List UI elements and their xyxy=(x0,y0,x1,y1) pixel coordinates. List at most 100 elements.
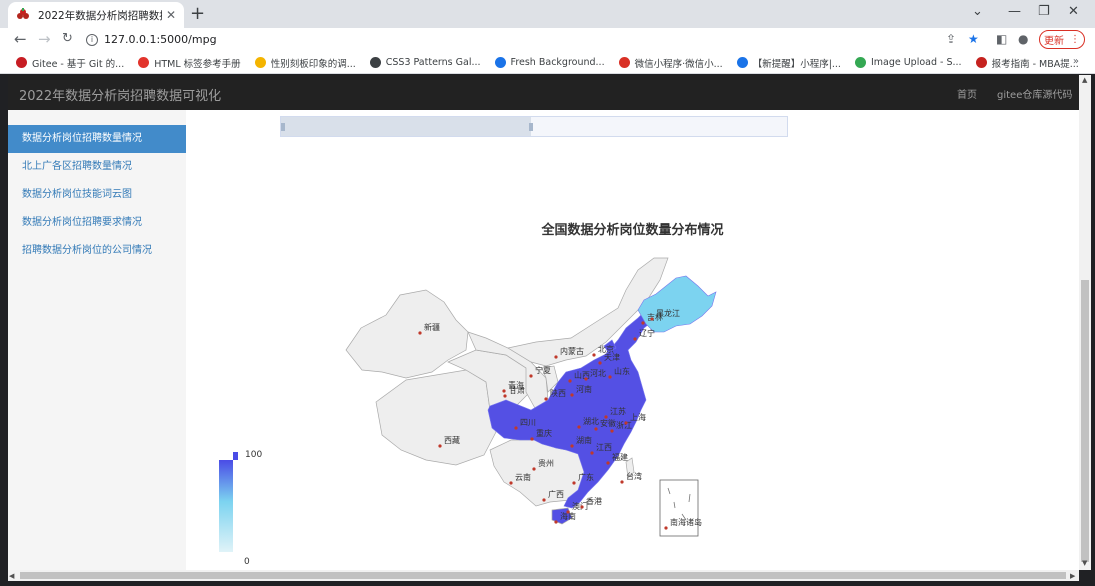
bookmark-item[interactable]: 微信小程序·微信小... xyxy=(618,56,723,70)
province-label: 西藏 xyxy=(444,435,460,445)
visualmap-min-label: 0 xyxy=(244,557,250,567)
province-dot xyxy=(542,498,546,502)
bookmark-item[interactable]: 报考指南 - MBA提... xyxy=(975,56,1079,70)
url-text[interactable]: 127.0.0.1:5000/mpg xyxy=(104,33,217,46)
bookmark-label: 微信小程序·微信小... xyxy=(634,58,723,70)
restore-icon[interactable]: ❐ xyxy=(1038,4,1050,19)
province-label: 浙江 xyxy=(616,420,632,430)
sidebar-item-job-count[interactable]: 数据分析岗位招聘数量情况 xyxy=(8,125,186,153)
province-label: 河南 xyxy=(576,384,592,394)
province-label: 澳门 xyxy=(572,501,588,511)
browser-tabstrip: 2022年数据分析岗招聘数据可视 ✕ + ⌄ — ❐ ✕ xyxy=(0,0,1095,28)
province-dot xyxy=(570,444,574,448)
sidebar: 数据分析岗位招聘数量情况 北上广各区招聘数量情况 数据分析岗位技能词云图 数据分… xyxy=(8,110,186,570)
vertical-scroll-thumb[interactable] xyxy=(1081,280,1089,562)
province-dot xyxy=(590,451,594,455)
bookmark-favicon-icon xyxy=(618,57,630,68)
bookmark-label: 报考指南 - MBA提... xyxy=(991,58,1079,70)
close-window-icon[interactable]: ✕ xyxy=(1068,4,1079,19)
bookmark-favicon-icon xyxy=(254,57,266,68)
province-dot xyxy=(604,415,608,419)
province-dot xyxy=(598,361,602,365)
update-button[interactable]: 更新 ⋮ xyxy=(1039,30,1085,49)
sidebar-item-requirements[interactable]: 数据分析岗位招聘要求情况 xyxy=(8,209,186,237)
site-navbar: 2022年数据分析岗招聘数据可视化 首页 gitee仓库源代码 xyxy=(8,75,1079,110)
province-label: 辽宁 xyxy=(639,328,655,338)
tab-close-icon[interactable]: ✕ xyxy=(166,8,176,22)
scroll-left-icon[interactable]: ◀ xyxy=(9,572,14,580)
scroll-up-icon[interactable]: ▲ xyxy=(1082,76,1087,84)
sidebar-item-district-count[interactable]: 北上广各区招聘数量情况 xyxy=(8,153,186,181)
province-dot xyxy=(577,425,581,429)
bookmark-item[interactable]: 性别刻板印象的调... xyxy=(254,56,356,70)
province-label: 陕西 xyxy=(550,388,566,398)
visualmap-handle-top-icon[interactable] xyxy=(233,452,238,460)
scroll-down-icon[interactable]: ▼ xyxy=(1082,559,1087,567)
province-dot xyxy=(503,394,507,398)
scroll-right-icon[interactable]: ▶ xyxy=(1070,572,1075,580)
province-dot xyxy=(650,317,654,321)
bookmark-favicon-icon xyxy=(138,57,150,68)
bookmark-star-icon[interactable]: ★ xyxy=(968,32,979,46)
profile-icon[interactable]: ● xyxy=(1018,32,1028,46)
bookmarks-overflow-icon[interactable]: » xyxy=(1073,56,1079,67)
nav-link-gitee[interactable]: gitee仓库源代码 xyxy=(997,86,1072,101)
bookmark-favicon-icon xyxy=(16,57,27,68)
tab-title: 2022年数据分析岗招聘数据可视 xyxy=(38,9,162,22)
kebab-menu-icon: ⋮ xyxy=(1070,34,1080,45)
province-dot xyxy=(418,331,422,335)
province-dot xyxy=(514,426,518,430)
province-dot xyxy=(633,337,637,341)
bookmark-item[interactable]: CSS3 Patterns Gal... xyxy=(369,57,481,68)
sidebar-item-skill-wordcloud[interactable]: 数据分析岗位技能词云图 xyxy=(8,181,186,209)
bookmark-item[interactable]: Gitee - 基于 Git 的... xyxy=(16,56,124,70)
region-xizang[interactable] xyxy=(375,369,497,466)
forward-arrow-icon[interactable]: → xyxy=(38,30,51,48)
province-label: 江苏 xyxy=(610,406,626,416)
new-tab-icon[interactable]: + xyxy=(190,3,205,24)
back-arrow-icon[interactable]: ← xyxy=(14,30,27,48)
minimize-icon[interactable]: — xyxy=(1008,4,1021,19)
horizontal-scrollbar[interactable]: ◀ ▶ xyxy=(8,570,1079,581)
province-dot xyxy=(641,321,645,325)
horizontal-scroll-thumb[interactable] xyxy=(20,572,1066,579)
share-icon[interactable]: ⇪ xyxy=(946,32,956,46)
nav-link-home[interactable]: 首页 xyxy=(957,86,977,101)
visualmap-bar[interactable] xyxy=(219,460,233,552)
bookmark-item[interactable]: 【新提醒】小程序|... xyxy=(736,56,841,70)
province-label: 吉林 xyxy=(647,312,663,322)
browser-tab[interactable]: 2022年数据分析岗招聘数据可视 ✕ xyxy=(8,2,184,28)
province-dot xyxy=(606,461,610,465)
province-label: 新疆 xyxy=(424,322,440,332)
province-label: 安徽 xyxy=(600,418,616,428)
province-label: 广东 xyxy=(578,472,594,482)
province-dot xyxy=(532,467,536,471)
tab-search-chevron-icon[interactable]: ⌄ xyxy=(972,4,983,19)
bookmark-item[interactable]: Image Upload - S... xyxy=(854,57,962,68)
province-dot xyxy=(592,353,596,357)
province-label: 重庆 xyxy=(536,428,552,438)
province-label: 广西 xyxy=(548,489,564,499)
province-label: 南海诸岛 xyxy=(670,517,702,527)
province-dot xyxy=(610,429,614,433)
province-label: 湖南 xyxy=(576,435,592,445)
vertical-scrollbar[interactable]: ▲ ▼ xyxy=(1079,75,1091,570)
province-label: 福建 xyxy=(612,452,628,462)
address-bar[interactable]: i 127.0.0.1:5000/mpg xyxy=(86,29,938,50)
site-info-icon[interactable]: i xyxy=(86,33,98,46)
province-dot xyxy=(608,375,612,379)
reload-icon[interactable]: ↻ xyxy=(62,31,73,46)
province-label: 山东 xyxy=(614,366,630,376)
province-dot xyxy=(568,379,572,383)
update-label: 更新 xyxy=(1044,36,1064,47)
bookmark-item[interactable]: Fresh Background... xyxy=(494,57,605,68)
province-dot xyxy=(594,427,598,431)
province-dot xyxy=(664,526,668,530)
region-xinjiang[interactable] xyxy=(345,289,469,379)
province-dot xyxy=(554,355,558,359)
province-dot xyxy=(620,480,624,484)
side-panel-icon[interactable]: ◧ xyxy=(996,32,1007,46)
sidebar-item-companies[interactable]: 招聘数据分析岗位的公司情况 xyxy=(8,237,186,265)
site-brand[interactable]: 2022年数据分析岗招聘数据可视化 xyxy=(19,85,221,104)
bookmark-item[interactable]: HTML 标签参考手册 xyxy=(138,56,241,70)
